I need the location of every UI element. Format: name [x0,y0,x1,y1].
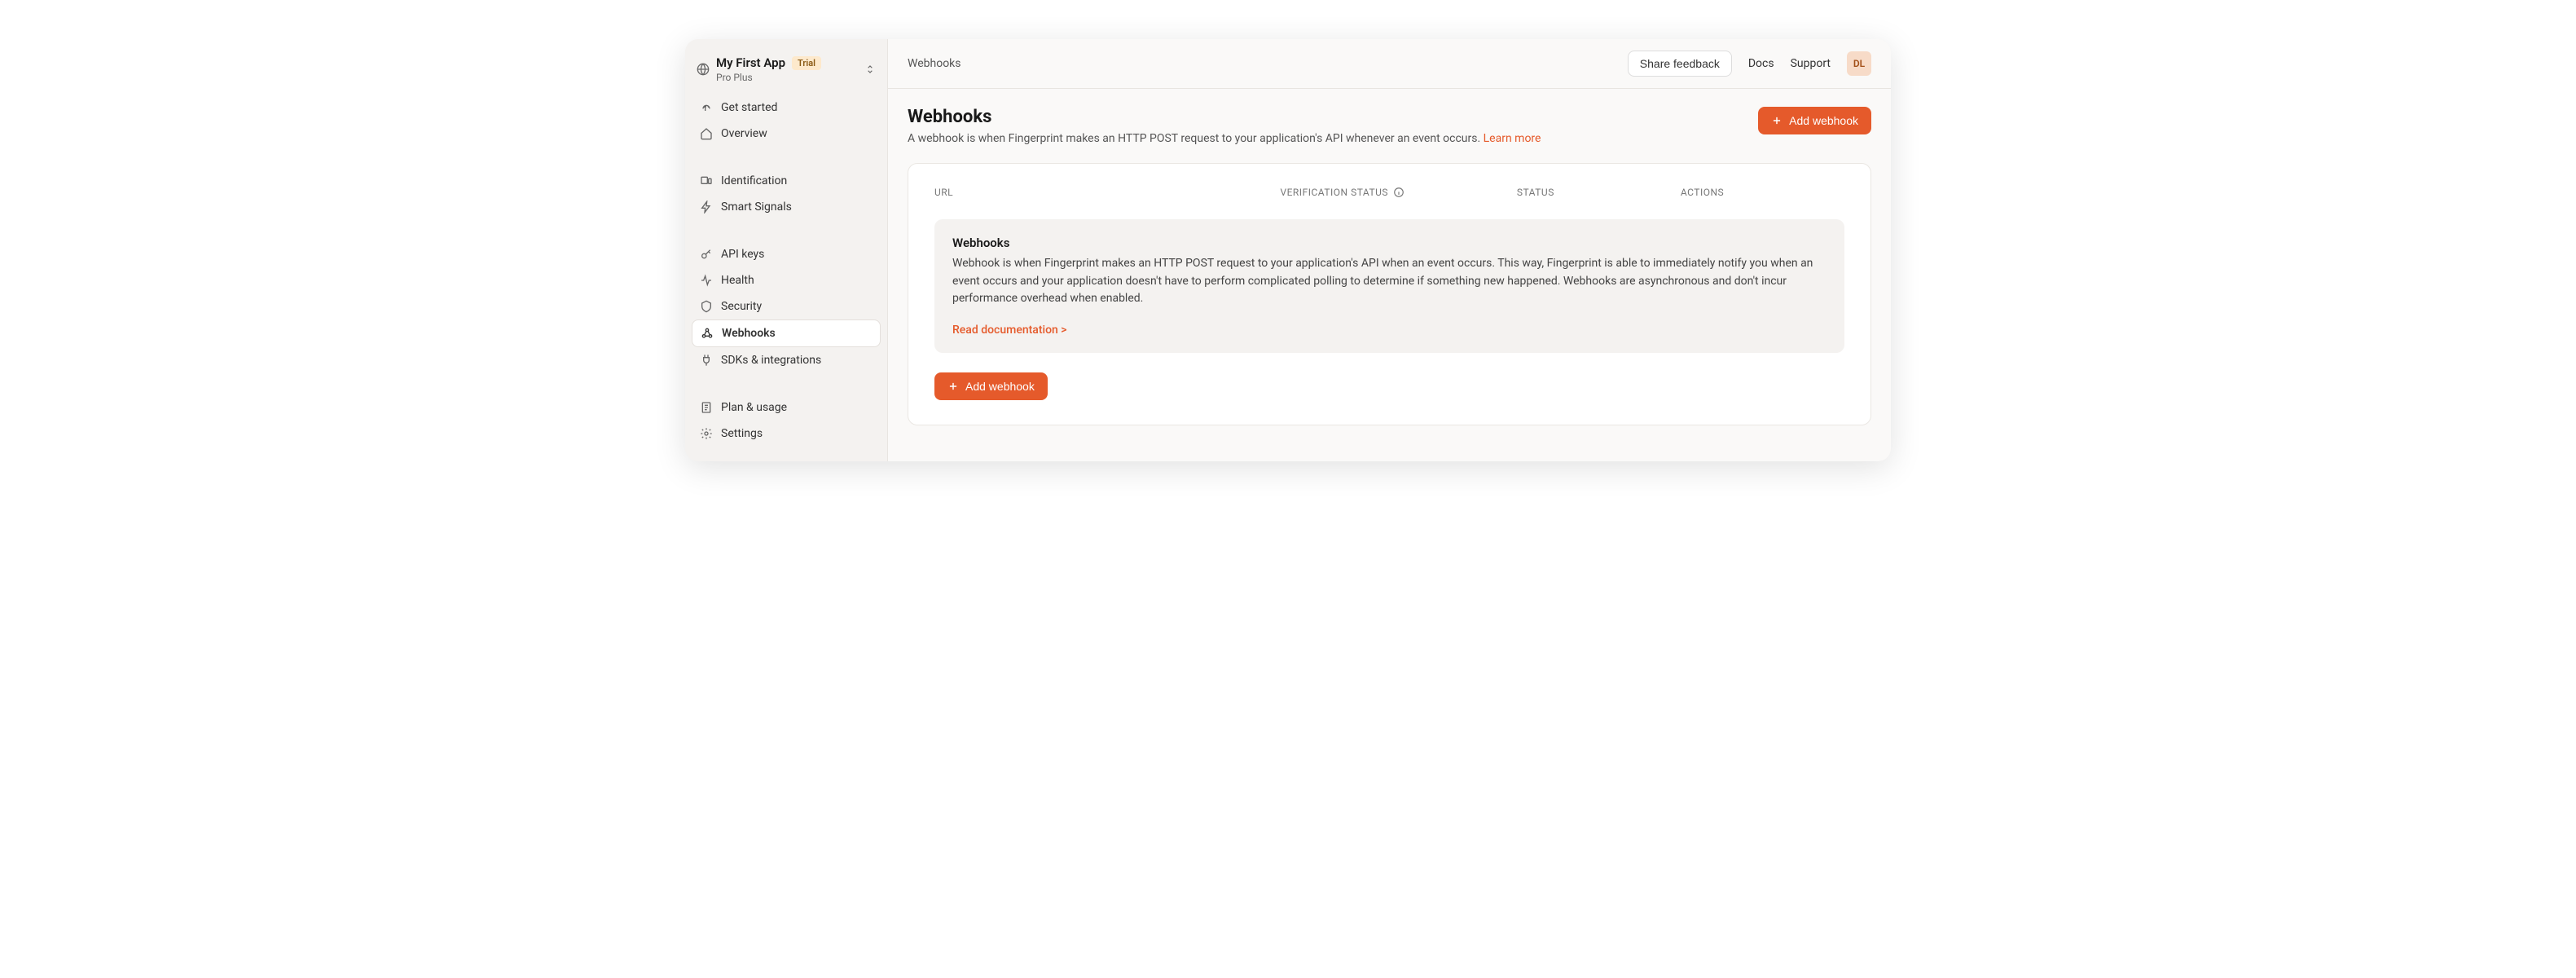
activity-icon [700,274,713,287]
app-plan: Pro Plus [716,72,864,83]
page-subtitle: A webhook is when Fingerprint makes an H… [908,132,1541,145]
add-webhook-button-top[interactable]: Add webhook [1758,107,1871,134]
sidebar-item-webhooks[interactable]: Webhooks [692,319,881,347]
receipt-icon [700,401,713,414]
sidebar-item-label: SDKs & integrations [721,354,821,367]
key-icon [700,248,713,261]
chevron-up-down-icon [864,64,876,75]
page-header: Webhooks A webhook is when Fingerprint m… [908,107,1871,145]
plug-icon [700,354,713,367]
plus-icon [947,381,959,392]
sidebar: My First App Trial Pro Plus Get started [685,39,887,461]
globe-icon [697,63,710,76]
topbar: Webhooks Share feedback Docs Support DL [888,39,1891,89]
sidebar-item-label: Health [721,274,754,287]
info-icon[interactable] [1393,187,1404,198]
home-icon [700,127,713,140]
table-header-status: STATUS [1517,187,1681,198]
sidebar-item-label: Identification [721,174,787,187]
sidebar-item-label: Smart Signals [721,200,792,214]
sidebar-item-sdks-integrations[interactable]: SDKs & integrations [692,347,881,373]
main: Webhooks Share feedback Docs Support DL … [887,39,1891,461]
sidebar-item-label: Plan & usage [721,401,787,414]
sidebar-item-health[interactable]: Health [692,267,881,293]
sidebar-item-label: Overview [721,127,767,140]
sidebar-item-label: Get started [721,101,777,114]
breadcrumb: Webhooks [908,57,1611,70]
app-window: My First App Trial Pro Plus Get started [685,39,1891,461]
table-header-url: URL [934,187,1280,198]
fingerprint-icon [700,101,713,114]
sidebar-item-plan-usage[interactable]: Plan & usage [692,394,881,421]
support-link[interactable]: Support [1791,57,1831,70]
share-feedback-button[interactable]: Share feedback [1628,51,1732,77]
learn-more-link[interactable]: Learn more [1484,132,1541,145]
page-title: Webhooks [908,107,1541,127]
table-header-verification: VERIFICATION STATUS [1280,187,1516,198]
sidebar-item-label: Settings [721,427,763,440]
infobox-body: Webhook is when Fingerprint makes an HTT… [952,255,1826,308]
read-documentation-link[interactable]: Read documentation > [952,324,1067,337]
sidebar-item-smart-signals[interactable]: Smart Signals [692,194,881,220]
webhook-icon [701,327,714,340]
gear-icon [700,427,713,440]
app-name: My First App [716,55,785,70]
sidebar-item-overview[interactable]: Overview [692,121,881,147]
table-header-actions: ACTIONS [1681,187,1844,198]
sidebar-item-security[interactable]: Security [692,293,881,319]
plus-icon [1771,115,1783,126]
empty-state-infobox: Webhooks Webhook is when Fingerprint mak… [934,219,1844,353]
sidebar-item-label: API keys [721,248,764,261]
content: Webhooks A webhook is when Fingerprint m… [888,89,1891,450]
trial-badge: Trial [792,56,821,70]
docs-link[interactable]: Docs [1748,57,1774,70]
app-header-text: My First App Trial Pro Plus [716,55,864,83]
sidebar-item-label: Security [721,300,762,313]
add-webhook-button-bottom[interactable]: Add webhook [934,372,1048,400]
infobox-title: Webhooks [952,236,1826,250]
sidebar-item-identification[interactable]: Identification [692,168,881,194]
devices-icon [700,174,713,187]
avatar[interactable]: DL [1847,51,1871,76]
sidebar-item-api-keys[interactable]: API keys [692,241,881,267]
sidebar-item-get-started[interactable]: Get started [692,95,881,121]
shield-icon [700,300,713,313]
app-switcher[interactable]: My First App Trial Pro Plus [685,49,887,90]
webhooks-card: URL VERIFICATION STATUS STATUS ACTIONS W… [908,163,1871,425]
table-header-row: URL VERIFICATION STATUS STATUS ACTIONS [934,187,1844,198]
bolt-icon [700,200,713,214]
sidebar-item-settings[interactable]: Settings [692,421,881,447]
sidebar-item-label: Webhooks [722,327,776,340]
